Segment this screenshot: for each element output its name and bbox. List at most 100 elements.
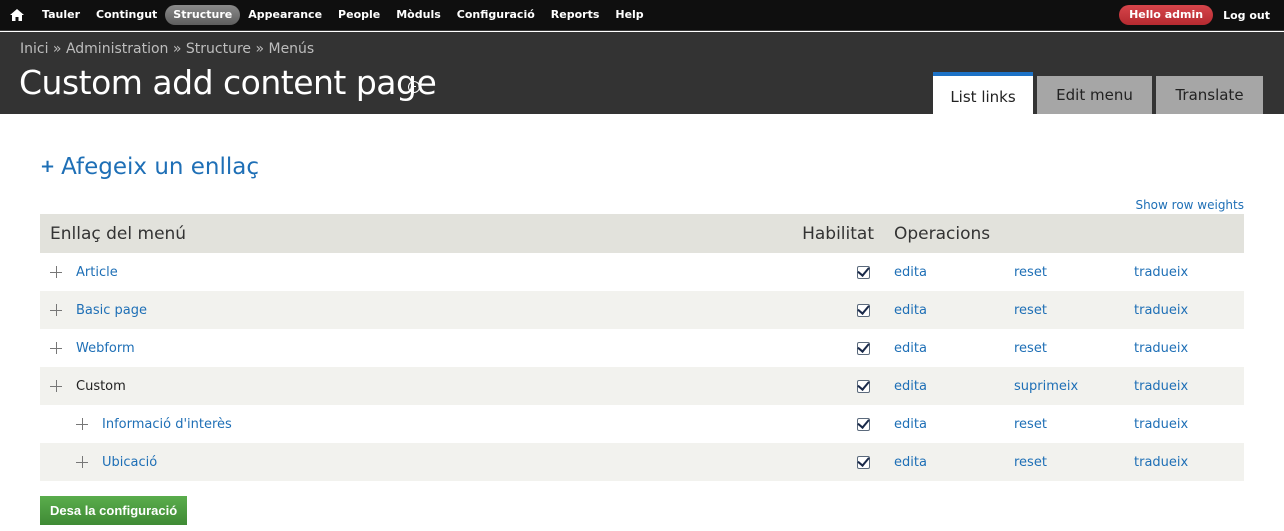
cell-menu-link: Webform bbox=[40, 329, 780, 367]
reset-link[interactable]: reset bbox=[1014, 455, 1047, 470]
menu-link-title[interactable]: Informació d'interès bbox=[102, 417, 232, 432]
hello-user-badge[interactable]: Hello admin bbox=[1119, 5, 1214, 25]
cell-operation: reset bbox=[1004, 405, 1124, 443]
reset-link[interactable]: reset bbox=[1014, 265, 1047, 280]
cell-operation: edita bbox=[884, 329, 1004, 367]
enabled-checkbox[interactable] bbox=[857, 455, 870, 469]
plus-icon: + bbox=[40, 156, 56, 177]
add-shortcut-icon[interactable] bbox=[408, 81, 420, 93]
breadcrumb-item-administration[interactable]: Administration bbox=[66, 41, 168, 57]
drag-handle-icon[interactable] bbox=[76, 418, 88, 430]
add-link-label: Afegeix un enllaç bbox=[61, 154, 260, 180]
menu-link-wrapper: Informació d'interès bbox=[50, 417, 770, 432]
add-link-action[interactable]: + Afegeix un enllaç bbox=[40, 154, 259, 180]
edit-link[interactable]: edita bbox=[894, 265, 927, 280]
col-header-enabled: Habilitat bbox=[780, 214, 884, 253]
menu-links-table: Enllaç del menú Habilitat Operacions Art… bbox=[40, 214, 1244, 481]
edit-link[interactable]: edita bbox=[894, 303, 927, 318]
breadcrumb-item-inici[interactable]: Inici bbox=[20, 41, 48, 57]
toolbar-item-reports[interactable]: Reports bbox=[543, 5, 608, 25]
menu-link-wrapper: Ubicació bbox=[50, 455, 770, 470]
edit-link[interactable]: edita bbox=[894, 455, 927, 470]
username: admin bbox=[1164, 8, 1204, 21]
menu-link-title[interactable]: Basic page bbox=[76, 303, 147, 318]
drag-handle-icon[interactable] bbox=[76, 456, 88, 468]
admin-toolbar: Tauler Contingut Structure Appearance Pe… bbox=[0, 0, 1284, 31]
cell-enabled bbox=[780, 443, 884, 481]
cell-menu-link: Ubicació bbox=[40, 443, 780, 481]
reset-link[interactable]: reset bbox=[1014, 341, 1047, 356]
breadcrumb-separator: » bbox=[251, 41, 269, 57]
drag-handle-icon[interactable] bbox=[50, 266, 62, 278]
translate-link[interactable]: tradueix bbox=[1134, 303, 1188, 318]
menu-link-title[interactable]: Article bbox=[76, 265, 118, 280]
translate-link[interactable]: tradueix bbox=[1134, 455, 1188, 470]
toolbar-item-tauler[interactable]: Tauler bbox=[34, 5, 88, 25]
table-row: Informació d'interès edita reset tradueix bbox=[40, 405, 1244, 443]
toolbar-item-configuracio[interactable]: Configuració bbox=[449, 5, 543, 25]
cell-operation: tradueix bbox=[1124, 253, 1244, 291]
cell-enabled bbox=[780, 253, 884, 291]
toolbar-item-help[interactable]: Help bbox=[607, 5, 651, 25]
enabled-checkbox[interactable] bbox=[857, 341, 870, 355]
tab-edit-menu[interactable]: Edit menu bbox=[1037, 76, 1152, 114]
cell-enabled bbox=[780, 405, 884, 443]
breadcrumb-item-structure[interactable]: Structure bbox=[186, 41, 251, 57]
table-row: Ubicació edita reset tradueix bbox=[40, 443, 1244, 481]
edit-link[interactable]: edita bbox=[894, 379, 927, 394]
drag-handle-icon[interactable] bbox=[50, 380, 62, 392]
cell-operation: reset bbox=[1004, 443, 1124, 481]
primary-tabs: List links Edit menu Translate bbox=[933, 72, 1263, 114]
translate-link[interactable]: tradueix bbox=[1134, 379, 1188, 394]
save-configuration-button[interactable]: Desa la configuració bbox=[40, 496, 188, 525]
tab-translate[interactable]: Translate bbox=[1156, 76, 1263, 114]
menu-link-wrapper: Custom bbox=[50, 379, 770, 394]
enabled-checkbox[interactable] bbox=[857, 303, 870, 317]
cell-operation: edita bbox=[884, 405, 1004, 443]
cell-enabled bbox=[780, 291, 884, 329]
cell-enabled bbox=[780, 329, 884, 367]
toolbar-item-appearance[interactable]: Appearance bbox=[240, 5, 330, 25]
cell-menu-link: Informació d'interès bbox=[40, 405, 780, 443]
breadcrumb: Inici » Administration » Structure » Men… bbox=[20, 41, 314, 57]
edit-link[interactable]: edita bbox=[894, 341, 927, 356]
toolbar-item-structure[interactable]: Structure bbox=[165, 5, 241, 25]
cell-operation: tradueix bbox=[1124, 405, 1244, 443]
enabled-checkbox[interactable] bbox=[857, 417, 870, 431]
breadcrumb-item-menus[interactable]: Menús bbox=[268, 41, 314, 57]
edit-link[interactable]: edita bbox=[894, 417, 927, 432]
tab-list-links[interactable]: List links bbox=[933, 72, 1033, 114]
menu-link-title[interactable]: Webform bbox=[76, 341, 135, 356]
home-icon[interactable] bbox=[0, 0, 34, 31]
translate-link[interactable]: tradueix bbox=[1134, 341, 1188, 356]
toolbar-item-people[interactable]: People bbox=[330, 5, 388, 25]
translate-link[interactable]: tradueix bbox=[1134, 265, 1188, 280]
cell-operation: suprimeix bbox=[1004, 367, 1124, 405]
table-row: Basic page edita reset tradueix bbox=[40, 291, 1244, 329]
table-row: Webform edita reset tradueix bbox=[40, 329, 1244, 367]
toolbar-item-contingut[interactable]: Contingut bbox=[88, 5, 165, 25]
enabled-checkbox[interactable] bbox=[857, 379, 870, 393]
enabled-checkbox[interactable] bbox=[857, 265, 870, 279]
menu-link-title[interactable]: Ubicació bbox=[102, 455, 157, 470]
logout-link[interactable]: Log out bbox=[1223, 9, 1270, 22]
drag-handle-icon[interactable] bbox=[50, 342, 62, 354]
delete-link[interactable]: suprimeix bbox=[1014, 379, 1078, 394]
cell-operation: edita bbox=[884, 443, 1004, 481]
table-header-row: Enllaç del menú Habilitat Operacions bbox=[40, 214, 1244, 253]
reset-link[interactable]: reset bbox=[1014, 303, 1047, 318]
cell-operation: tradueix bbox=[1124, 367, 1244, 405]
menu-link-wrapper: Basic page bbox=[50, 303, 770, 318]
cell-menu-link: Custom bbox=[40, 367, 780, 405]
toolbar-menu: Tauler Contingut Structure Appearance Pe… bbox=[34, 0, 652, 31]
cell-operation: edita bbox=[884, 253, 1004, 291]
cell-operation: edita bbox=[884, 291, 1004, 329]
cell-operation: reset bbox=[1004, 291, 1124, 329]
toolbar-item-moduls[interactable]: Mòduls bbox=[388, 5, 449, 25]
col-header-link: Enllaç del menú bbox=[40, 214, 780, 253]
menu-link-wrapper: Webform bbox=[50, 341, 770, 356]
translate-link[interactable]: tradueix bbox=[1134, 417, 1188, 432]
reset-link[interactable]: reset bbox=[1014, 417, 1047, 432]
show-row-weights-link[interactable]: Show row weights bbox=[1135, 198, 1244, 212]
drag-handle-icon[interactable] bbox=[50, 304, 62, 316]
